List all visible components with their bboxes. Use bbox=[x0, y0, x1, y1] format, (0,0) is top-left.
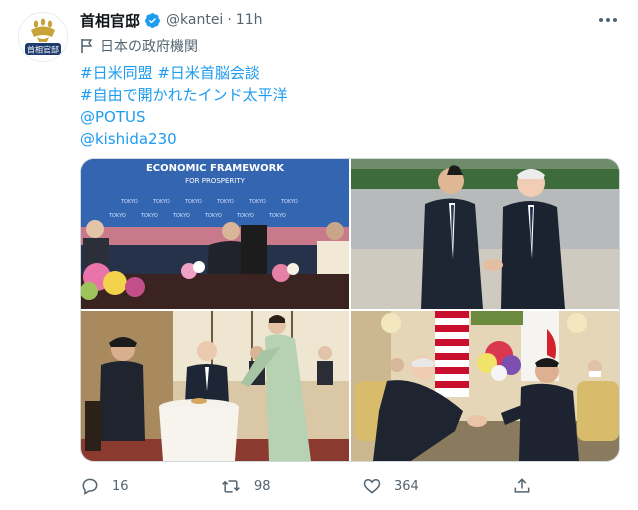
retweet-count: 98 bbox=[254, 478, 271, 494]
mention-kishida[interactable]: @kishida230 bbox=[80, 128, 288, 150]
user-handle[interactable]: @kantei bbox=[166, 12, 223, 28]
tweet-header: 首相官邸 @kantei · 11h bbox=[80, 10, 262, 30]
hashtag-line-1[interactable]: #日米同盟 #日米首脳会談 bbox=[80, 62, 288, 84]
banner-word: TOKYO bbox=[280, 199, 298, 205]
banner-word: TOKYO bbox=[184, 199, 202, 205]
retweet-icon bbox=[222, 480, 240, 493]
verified-badge-icon bbox=[145, 12, 160, 28]
share-button[interactable] bbox=[512, 474, 532, 498]
photo-tea-ceremony[interactable] bbox=[81, 311, 349, 461]
reply-button[interactable]: 16 bbox=[80, 474, 129, 498]
affiliation: 日本の政府機関 bbox=[80, 36, 198, 56]
photo-handshake-flags[interactable] bbox=[351, 311, 619, 461]
banner-word: TOKYO bbox=[236, 213, 254, 219]
affiliation-label: 日本の政府機関 bbox=[100, 39, 198, 55]
photo-leaders-walking[interactable] bbox=[351, 159, 619, 309]
banner-word: TOKYO bbox=[172, 213, 190, 219]
separator-dot: · bbox=[227, 12, 232, 28]
banner-word: TOKYO bbox=[120, 199, 138, 205]
reply-count: 16 bbox=[112, 478, 129, 494]
photo-economic-framework[interactable]: ECONOMIC FRAMEWORK FOR PROSPERITY TOKYO … bbox=[81, 159, 349, 309]
avatar-label: 首相官邸 bbox=[27, 45, 59, 55]
banner-word: TOKYO bbox=[268, 213, 286, 219]
reply-icon bbox=[82, 478, 98, 495]
hashtag-line-2[interactable]: #自由で開かれたインド太平洋 bbox=[80, 84, 288, 106]
like-icon bbox=[363, 478, 381, 494]
banner-word: TOKYO bbox=[152, 199, 170, 205]
flag-icon bbox=[81, 39, 93, 53]
more-icon[interactable] bbox=[596, 10, 620, 30]
banner-word: TOKYO bbox=[108, 213, 126, 219]
action-bar: 16 98 364 bbox=[80, 474, 620, 498]
banner-word: TOKYO bbox=[216, 199, 234, 205]
timestamp[interactable]: 11h bbox=[236, 12, 263, 28]
banner-word: TOKYO bbox=[248, 199, 266, 205]
avatar[interactable]: 首相官邸 bbox=[18, 12, 68, 62]
banner-word: TOKYO bbox=[140, 213, 158, 219]
banner-title: ECONOMIC FRAMEWORK bbox=[146, 163, 285, 174]
banner-subtitle: FOR PROSPERITY bbox=[185, 177, 246, 185]
retweet-button[interactable]: 98 bbox=[220, 474, 271, 498]
mention-potus[interactable]: @POTUS bbox=[80, 106, 288, 128]
banner-word: TOKYO bbox=[204, 213, 222, 219]
display-name[interactable]: 首相官邸 bbox=[80, 10, 140, 31]
kantei-logo: 首相官邸 bbox=[19, 13, 67, 61]
like-count: 364 bbox=[394, 478, 419, 494]
like-button[interactable]: 364 bbox=[362, 474, 419, 498]
share-icon bbox=[514, 478, 530, 493]
tweet-text: #日米同盟 #日米首脳会談 #自由で開かれたインド太平洋 @POTUS @kis… bbox=[80, 62, 288, 150]
media-grid: ECONOMIC FRAMEWORK FOR PROSPERITY TOKYO … bbox=[80, 158, 620, 462]
